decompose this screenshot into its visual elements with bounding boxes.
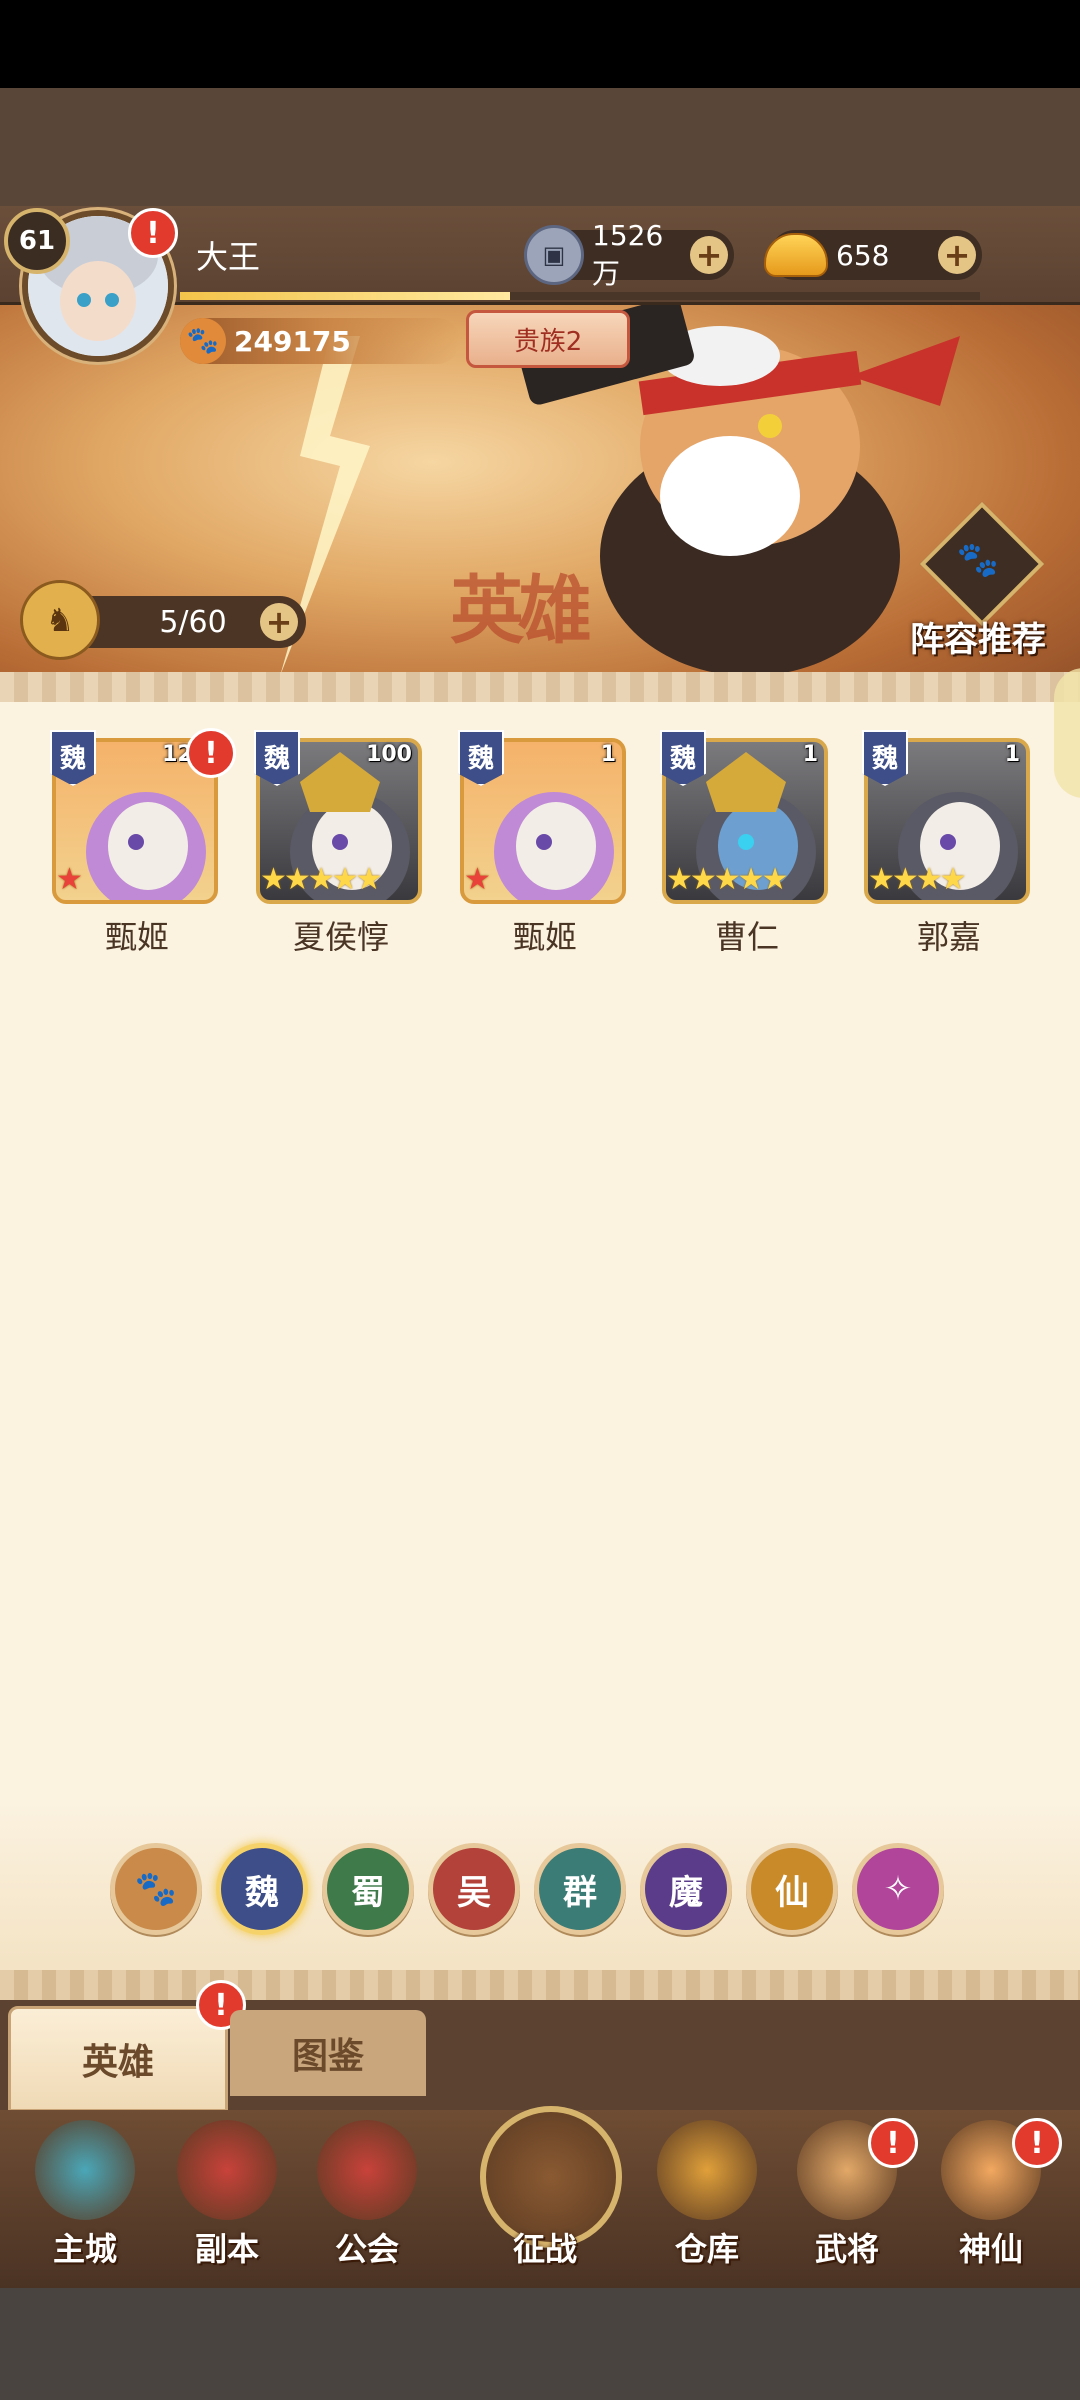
hero-name: 甄姬 [104, 918, 169, 956]
nav-warehouse-icon [657, 2120, 757, 2220]
top-band [0, 88, 1080, 206]
filter-mo-button[interactable]: 魔 [640, 1843, 732, 1935]
tab-heroes[interactable]: 英雄 [8, 2006, 228, 2112]
nav-guild-icon [317, 2120, 417, 2220]
exp-bar-fill [180, 292, 510, 300]
banner-divider [0, 672, 1080, 702]
nav-warehouse-button[interactable]: 仓库 [642, 2110, 772, 2280]
nav-label: 主城 [52, 2230, 117, 2268]
power-value: 249175 [234, 324, 351, 358]
hero-card[interactable]: 魏 1 ★ 甄姬 [458, 730, 630, 970]
nav-label: 公会 [334, 2230, 399, 2268]
hero-level: 1 [600, 742, 616, 767]
hero-stars: ★★★★ [868, 862, 967, 897]
hero-level: 1 [802, 742, 818, 767]
filter-shu-button[interactable]: 蜀 [322, 1843, 414, 1935]
hero-name: 曹仁 [714, 918, 779, 956]
nav-guild-button[interactable]: 公会 [302, 2110, 432, 2280]
status-bar [0, 0, 1080, 88]
gold-ingot-icon [764, 233, 828, 277]
noble-badge[interactable]: 贵族2 [466, 310, 630, 368]
banner-title-art: 英雄 [450, 568, 592, 654]
bottom-nav-row: 主城 副本 公会 征战 仓库 武将! 神仙! [20, 2106, 1062, 2288]
hero-slots-count: 5/60 [159, 604, 227, 640]
coins-pill: ▣ 1526万 + [524, 219, 734, 290]
filter-qun-button[interactable]: 群 [534, 1843, 626, 1935]
nav-main-city-icon [35, 2120, 135, 2220]
lineup-recommend-button[interactable]: 🐾 阵容推荐 [880, 501, 1076, 660]
recommend-label: 阵容推荐 [910, 620, 1046, 660]
nav-generals-button[interactable]: 武将! [782, 2110, 918, 2280]
hero-card[interactable]: 魏 1 ★★★★ 郭嘉 [862, 730, 1034, 970]
tab-strip-decoration [0, 1970, 1080, 2000]
nav-alert-badge: ! [1012, 2118, 1062, 2168]
hero-alert-badge: ! [186, 728, 236, 778]
player-level-badge: 61 [4, 208, 70, 274]
coin-icon: ▣ [524, 225, 584, 285]
hero-level: 100 [366, 742, 412, 767]
nav-immortals-button[interactable]: 神仙! [926, 2110, 1062, 2280]
hero-name: 夏侯惇 [292, 918, 389, 956]
nav-dungeon-icon [177, 2120, 277, 2220]
filter-wu-button[interactable]: 吴 [428, 1843, 520, 1935]
filter-all-button[interactable]: 🐾 [110, 1843, 202, 1935]
avatar-alert-badge: ! [128, 208, 178, 258]
filter-wei-button[interactable]: 魏 [216, 1843, 308, 1935]
card-paw-icon: 🐾 [956, 540, 1000, 580]
filter-xian-button[interactable]: 仙 [746, 1843, 838, 1935]
nav-campaign-button[interactable]: 征战 [470, 2106, 622, 2280]
hero-card[interactable]: 魏 124 ★ 甄姬 ! [50, 728, 236, 970]
hero-stars: ★ [464, 862, 491, 897]
hero-stars: ★★★★★ [260, 862, 382, 897]
hero-slots-pill: ♞ 5/60 + [20, 580, 306, 660]
hero-stars: ★ [56, 862, 83, 897]
player-name: 大王 [196, 238, 261, 276]
add-ingots-button[interactable]: + [938, 236, 976, 274]
hero-name: 郭嘉 [916, 918, 981, 956]
ingots-pill: 658 + [764, 230, 982, 280]
power-pill: 🐾 249175 [180, 318, 460, 364]
hero-level: 1 [1004, 742, 1020, 767]
paw-icon: 🐾 [180, 318, 226, 364]
faction-filter-row: 🐾 魏蜀吴群魔仙 ✧ [110, 1843, 970, 1935]
hero-card[interactable]: 魏 100 ★★★★★ 夏侯惇 [254, 730, 426, 970]
tab-codex[interactable]: 图鉴 [230, 2010, 426, 2096]
add-slots-button[interactable]: + [260, 603, 298, 641]
coins-amount: 1526万 [592, 218, 664, 290]
nav-dungeon-button[interactable]: 副本 [162, 2110, 292, 2280]
add-coins-button[interactable]: + [690, 236, 728, 274]
nav-label: 武将 [814, 2230, 879, 2268]
hero-list: 魏 124 ★ 甄姬 ! 魏 100 ★★★★★ 夏侯惇 魏 1 ★ 甄姬 魏 … [0, 728, 1080, 970]
hero-stars: ★★★★★ [666, 862, 788, 897]
nav-label: 副本 [194, 2230, 259, 2268]
nav-label: 仓库 [674, 2230, 739, 2268]
nav-label: 神仙 [958, 2230, 1023, 2268]
hero-helmet-icon: ♞ [20, 580, 100, 660]
hero-name: 甄姬 [512, 918, 577, 956]
ingots-amount: 658 [836, 238, 890, 272]
nav-label: 征战 [512, 2230, 577, 2268]
hero-card[interactable]: 魏 1 ★★★★★ 曹仁 [660, 730, 832, 970]
system-nav-bar [0, 2288, 1080, 2400]
nav-alert-badge: ! [868, 2118, 918, 2168]
filter-special-button[interactable]: ✧ [852, 1843, 944, 1935]
nav-main-city-button[interactable]: 主城 [20, 2110, 150, 2280]
